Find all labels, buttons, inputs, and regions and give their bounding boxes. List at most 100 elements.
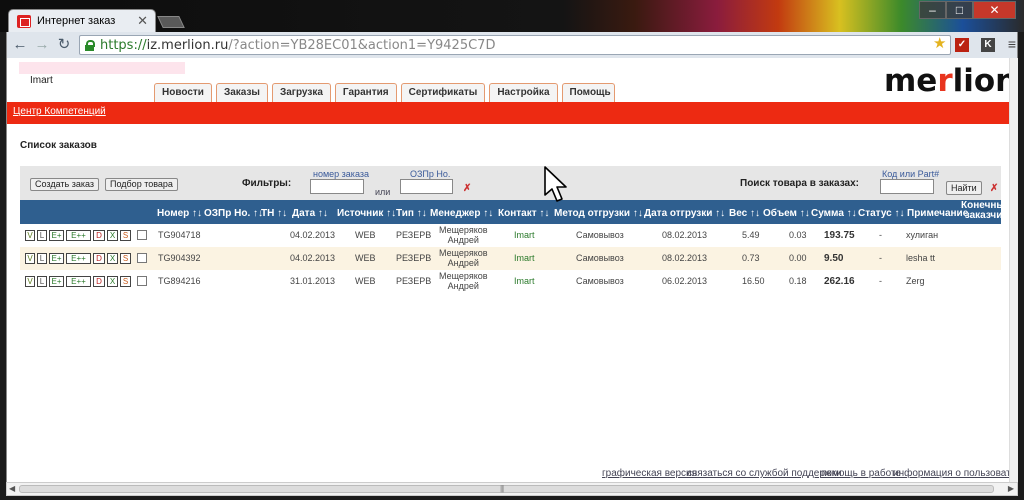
action-save-button[interactable]: S: [120, 230, 131, 241]
scroll-thumb[interactable]: [19, 485, 994, 493]
pick-goods-button[interactable]: Подбор товара: [105, 178, 178, 191]
new-tab-button[interactable]: [157, 16, 185, 28]
col-sum[interactable]: Сумма ↑↓: [811, 208, 857, 219]
tab-orders[interactable]: Заказы: [215, 83, 268, 102]
row-checkbox[interactable]: [137, 230, 147, 240]
col-manager[interactable]: Менеджер ↑↓: [430, 208, 493, 219]
minimize-button[interactable]: –: [919, 1, 946, 19]
col-ship-method[interactable]: Метод отгрузки ↑↓: [554, 208, 643, 219]
bookmark-star-icon[interactable]: ★: [933, 34, 946, 52]
extension-icon[interactable]: ✓: [955, 38, 969, 52]
back-arrow-icon[interactable]: ←: [11, 36, 29, 54]
tab-upload[interactable]: Загрузка: [271, 83, 331, 102]
menu-icon[interactable]: ≡: [1005, 37, 1019, 52]
footer-help-link[interactable]: помощь в работе: [821, 468, 901, 479]
col-weight[interactable]: Вес ↑↓: [729, 208, 760, 219]
tab-warranty[interactable]: Гарантия: [334, 83, 397, 102]
table-row[interactable]: V L E+ E++ D X S TG904718 04.02.2013 WEB РЕЗЕРВ Ima…: [20, 224, 1001, 247]
cell-ship-method: Самовывоз: [576, 253, 624, 263]
tab-help[interactable]: Помощь: [561, 83, 615, 102]
footer-support-link[interactable]: связаться со службой поддержки: [687, 468, 842, 479]
page-title: Список заказов: [20, 140, 97, 151]
cell-volume: 0.00: [789, 253, 807, 263]
tab-settings[interactable]: Настройка: [489, 83, 558, 102]
col-date[interactable]: Дата ↑↓: [292, 208, 328, 219]
main-nav: Новости Заказы Загрузка Гарантия Сертифи…: [154, 83, 615, 102]
col-ship-date[interactable]: Дата отгрузки ↑↓: [644, 208, 725, 219]
find-button[interactable]: Найти: [946, 181, 982, 195]
action-export-button[interactable]: X: [107, 230, 118, 241]
scroll-left-icon[interactable]: ◀: [9, 484, 15, 493]
action-view-button[interactable]: V: [25, 253, 35, 264]
forward-arrow-icon[interactable]: →: [33, 36, 51, 54]
action-excel-plus-plus-button[interactable]: E++: [66, 253, 91, 264]
action-excel-plus-plus-button[interactable]: E++: [66, 230, 91, 241]
action-delete-button[interactable]: D: [93, 253, 105, 264]
filter-bar: Создать заказ Подбор товара Фильтры: ном…: [20, 166, 1001, 200]
action-export-button[interactable]: X: [107, 276, 118, 287]
col-status[interactable]: Статус ↑↓: [858, 208, 904, 219]
col-number[interactable]: Номер ↑↓: [157, 208, 202, 219]
ozpr-input[interactable]: [400, 179, 453, 194]
action-save-button[interactable]: S: [120, 253, 131, 264]
cell-weight: 5.49: [742, 230, 760, 240]
browser-tab[interactable]: Интернет заказ ✕: [8, 9, 156, 33]
cell-note: lesha tt: [906, 253, 936, 263]
col-source[interactable]: Источник ↑↓: [337, 208, 396, 219]
maximize-button[interactable]: □: [946, 1, 973, 19]
action-delete-button[interactable]: D: [93, 230, 105, 241]
code-input[interactable]: [880, 179, 934, 194]
action-view-button[interactable]: V: [25, 230, 35, 241]
cell-manager: Мещеряков Андрей: [439, 225, 488, 245]
cell-status: -: [879, 230, 882, 240]
action-list-button[interactable]: L: [37, 276, 47, 287]
footer-graphic-version-link[interactable]: графическая версия: [602, 468, 697, 479]
tab-news[interactable]: Новости: [154, 83, 212, 102]
action-export-button[interactable]: X: [107, 253, 118, 264]
cell-manager: Мещеряков Андрей: [439, 248, 488, 268]
col-ozpr[interactable]: ОЗПр Но. ↑↓: [204, 208, 263, 219]
vertical-scrollbar[interactable]: [1009, 58, 1018, 482]
cell-number: TG904718: [158, 230, 201, 240]
lock-icon: [85, 40, 95, 51]
tab-close-icon[interactable]: ✕: [137, 13, 148, 29]
table-row[interactable]: V L E+ E++ D X S TG904392 04.02.2013 WEB РЕЗЕРВ Ima…: [20, 247, 1001, 270]
cell-type: РЕЗЕРВ: [396, 230, 432, 240]
action-excel-plus-button[interactable]: E+: [49, 230, 64, 241]
scroll-right-icon[interactable]: ▶: [1008, 484, 1014, 493]
create-order-button[interactable]: Создать заказ: [30, 178, 100, 191]
reload-icon[interactable]: ↻: [55, 36, 73, 54]
address-bar[interactable]: https://iz.merlion.ru/?action=YB28EC01&a…: [79, 35, 951, 55]
action-excel-plus-button[interactable]: E+: [49, 253, 64, 264]
action-delete-button[interactable]: D: [93, 276, 105, 287]
ozpr-hint: ОЗПр Но.: [410, 169, 451, 179]
col-type[interactable]: Тип ↑↓: [396, 208, 427, 219]
user-banner: [19, 62, 185, 74]
cell-status: -: [879, 276, 882, 286]
clear-search-icon[interactable]: ✗: [990, 183, 998, 194]
competence-center-link[interactable]: Центр Компетенций: [13, 106, 106, 117]
horizontal-scrollbar[interactable]: ◀ ||| ▶: [6, 482, 1018, 496]
code-hint: Код или Part#: [882, 169, 940, 179]
close-window-button[interactable]: ✕: [973, 1, 1016, 19]
col-contact[interactable]: Контакт ↑↓: [498, 208, 549, 219]
action-view-button[interactable]: V: [25, 276, 35, 287]
col-volume[interactable]: Объем ↑↓: [763, 208, 810, 219]
extension-k-icon[interactable]: K: [981, 38, 995, 52]
table-row[interactable]: V L E+ E++ D X S TG894216 31.01.2013 WEB РЕЗЕРВ Ima…: [20, 270, 1001, 293]
row-checkbox[interactable]: [137, 253, 147, 263]
row-checkbox[interactable]: [137, 276, 147, 286]
search-label: Поиск товара в заказах:: [740, 178, 859, 189]
col-tn[interactable]: ТН ↑↓: [261, 208, 287, 219]
tab-title: Интернет заказ: [37, 15, 116, 27]
order-number-input[interactable]: [310, 179, 364, 194]
action-save-button[interactable]: S: [120, 276, 131, 287]
clear-filter-icon[interactable]: ✗: [463, 183, 471, 194]
action-excel-plus-plus-button[interactable]: E++: [66, 276, 91, 287]
footer-user-info-link[interactable]: информация о пользователе: [893, 468, 1018, 479]
action-list-button[interactable]: L: [37, 230, 47, 241]
tab-certificates[interactable]: Сертификаты: [400, 83, 486, 102]
cell-date: 04.02.2013: [290, 230, 336, 240]
action-list-button[interactable]: L: [37, 253, 47, 264]
action-excel-plus-button[interactable]: E+: [49, 276, 64, 287]
